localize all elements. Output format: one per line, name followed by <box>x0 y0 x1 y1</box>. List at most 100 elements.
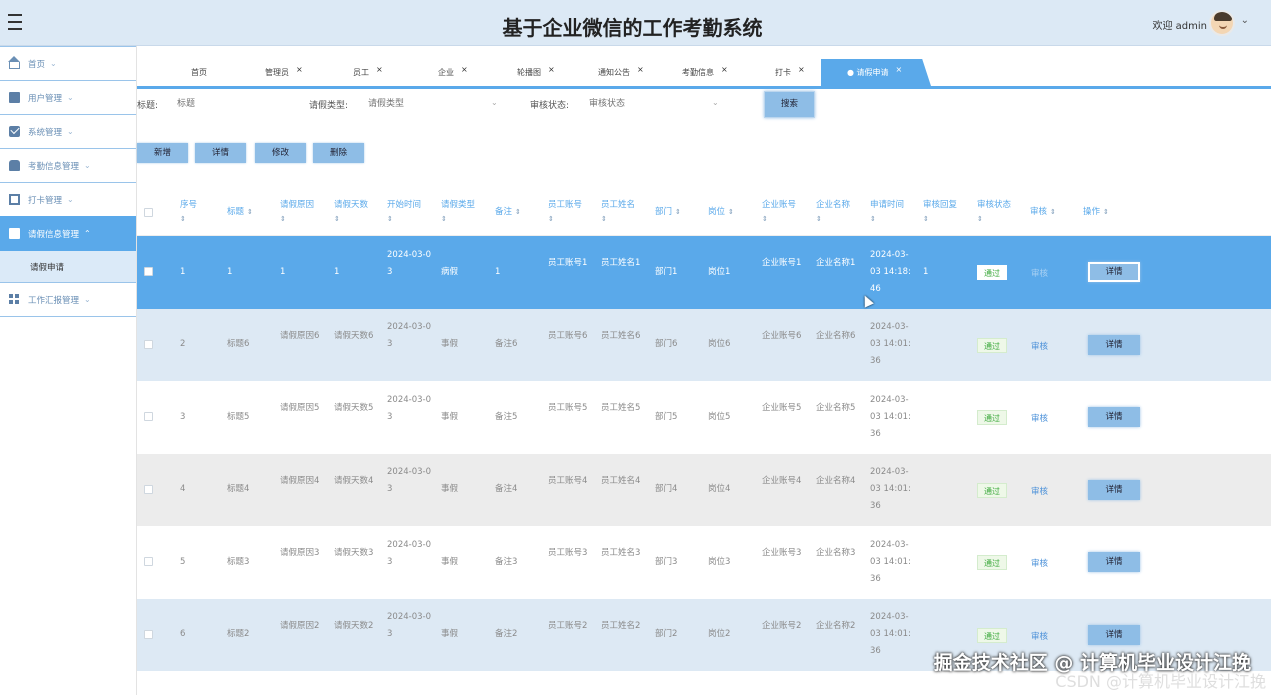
sort-icon[interactable]: ⇕ <box>870 212 904 226</box>
th-remark[interactable]: 备注 ⇕ <box>495 205 521 219</box>
audit-link[interactable]: 审核 <box>1031 412 1048 424</box>
row-checkbox[interactable] <box>144 484 153 494</box>
table-row[interactable]: 4 标题4 请假原因4 请假天数4 2024-03-03 事假 备注4 员工账号4 员工姓名4 部… <box>137 453 1271 526</box>
sort-icon[interactable]: ⇕ <box>977 212 1011 226</box>
sort-icon[interactable]: ⇕ <box>548 212 582 226</box>
sort-icon[interactable]: ⇕ <box>1103 208 1109 216</box>
sidebar-item-attendance[interactable]: 考勤信息管理 ⌄ <box>0 148 136 183</box>
row-detail-button[interactable]: 详情 <box>1088 552 1140 572</box>
tab-leave-request[interactable]: ● 请假申请 × <box>821 59 931 86</box>
chevron-down-icon[interactable]: ⌄ <box>1241 15 1249 26</box>
row-detail-button[interactable]: 详情 <box>1088 262 1140 282</box>
th-audit[interactable]: 审核 ⇕ <box>1030 205 1056 219</box>
th-type[interactable]: 请假类型 ⇕ <box>441 198 475 226</box>
tab-carousel[interactable]: 轮播图 × <box>517 59 555 86</box>
th-no[interactable]: 序号 ⇕ <box>180 198 197 226</box>
th-status[interactable]: 审核状态 ⇕ <box>977 198 1011 226</box>
sort-icon[interactable]: ⇕ <box>515 208 521 216</box>
row-checkbox[interactable] <box>144 629 153 639</box>
tab-employee[interactable]: 员工 × <box>353 59 383 86</box>
row-detail-button[interactable]: 详情 <box>1088 334 1140 355</box>
status-select[interactable] <box>589 94 709 114</box>
tab-notice[interactable]: 通知公告 × <box>598 59 644 86</box>
audit-link[interactable]: 审核 <box>1031 340 1048 352</box>
sort-icon[interactable]: ⇕ <box>816 212 850 226</box>
table-row[interactable]: 2 标题6 请假原因6 请假天数6 2024-03-03 事假 备注6 员工账号6 员工姓名6 部… <box>137 308 1271 381</box>
sidebar-item-home[interactable]: 首页 ⌄ <box>0 46 136 81</box>
close-icon[interactable]: × <box>637 65 644 74</box>
close-icon[interactable]: × <box>461 65 468 74</box>
detail-button[interactable]: 详情 <box>195 143 246 163</box>
tab-clock-in[interactable]: 打卡 × <box>775 59 805 86</box>
close-icon[interactable]: × <box>548 65 555 74</box>
title-input[interactable] <box>177 94 287 114</box>
tab-enterprise[interactable]: 企业 × <box>438 59 468 86</box>
sort-icon[interactable]: ⇕ <box>334 212 368 226</box>
close-icon[interactable]: × <box>296 65 303 74</box>
row-checkbox[interactable] <box>144 339 153 349</box>
close-icon[interactable]: × <box>896 65 903 74</box>
sort-icon[interactable]: ⇕ <box>923 212 957 226</box>
sort-icon[interactable]: ⇕ <box>387 212 421 226</box>
th-time[interactable]: 申请时间 ⇕ <box>870 198 904 226</box>
row-detail-button[interactable]: 详情 <box>1088 624 1140 645</box>
chevron-down-icon[interactable]: ⌄ <box>491 98 498 107</box>
sidebar-item-user-management[interactable]: 用户管理 ⌄ <box>0 80 136 115</box>
row-detail-button[interactable]: 详情 <box>1088 407 1140 427</box>
th-reason[interactable]: 请假原因 ⇕ <box>280 198 314 226</box>
row-detail-button[interactable]: 详情 <box>1088 479 1140 500</box>
delete-button[interactable]: 删除 <box>313 143 364 163</box>
sort-icon[interactable]: ⇕ <box>601 212 635 226</box>
add-button[interactable]: 新增 <box>137 143 188 163</box>
th-reply[interactable]: 审核回复 ⇕ <box>923 198 957 226</box>
sidebar-item-system-management[interactable]: 系统管理 ⌄ <box>0 114 136 149</box>
sidebar-item-leave-management[interactable]: 请假信息管理 ⌃ <box>0 216 136 251</box>
audit-link[interactable]: 审核 <box>1031 485 1048 497</box>
leave-type-select[interactable] <box>368 94 488 114</box>
th-title[interactable]: 标题 ⇕ <box>227 205 253 219</box>
th-op[interactable]: 操作 ⇕ <box>1083 205 1109 219</box>
tab-attendance-info[interactable]: 考勤信息 × <box>682 59 728 86</box>
th-post[interactable]: 岗位 ⇕ <box>708 205 734 219</box>
sort-icon[interactable]: ⇕ <box>675 208 681 216</box>
close-icon[interactable]: × <box>798 65 805 74</box>
row-checkbox[interactable] <box>144 412 153 421</box>
audit-link[interactable]: 审核 <box>1031 630 1048 642</box>
table-row[interactable]: 5 标题3 请假原因3 请假天数3 2024-03-03 事假 备注3 员工账号3 员工姓名3 部… <box>137 526 1271 599</box>
audit-link[interactable]: 审核 <box>1031 267 1048 279</box>
sort-icon[interactable]: ⇕ <box>247 208 253 216</box>
th-corpname[interactable]: 企业名称 ⇕ <box>816 198 850 226</box>
sort-icon[interactable]: ⇕ <box>1050 208 1056 216</box>
table-row[interactable]: 3 标题5 请假原因5 请假天数5 2024-03-03 事假 备注5 员工账号5 员工姓名5 部… <box>137 381 1271 454</box>
row-checkbox[interactable] <box>144 267 153 276</box>
search-button[interactable]: 搜索 <box>764 91 815 118</box>
close-icon[interactable]: × <box>721 65 728 74</box>
edit-button[interactable]: 修改 <box>255 143 306 163</box>
cell-corp: 企业账号4 <box>762 475 802 486</box>
sort-icon[interactable]: ⇕ <box>280 212 314 226</box>
sort-icon[interactable]: ⇕ <box>180 212 197 226</box>
th-start[interactable]: 开始时间 ⇕ <box>387 198 421 226</box>
avatar[interactable] <box>1209 10 1235 36</box>
header-label: 备注 <box>495 207 513 217</box>
sort-icon[interactable]: ⇕ <box>441 212 475 226</box>
select-all-checkbox[interactable] <box>144 208 153 217</box>
sidebar-subitem-leave-request[interactable]: 请假申请 <box>0 251 136 283</box>
chevron-down-icon[interactable]: ⌄ <box>712 98 719 107</box>
sort-icon[interactable]: ⇕ <box>728 208 734 216</box>
row-checkbox[interactable] <box>144 557 153 566</box>
th-days[interactable]: 请假天数 ⇕ <box>334 198 368 226</box>
sidebar-item-clock-in[interactable]: 打卡管理 ⌄ <box>0 182 136 217</box>
th-acct[interactable]: 员工账号 ⇕ <box>548 198 582 226</box>
sidebar-item-work-report[interactable]: 工作汇报管理 ⌄ <box>0 282 136 317</box>
th-dept[interactable]: 部门 ⇕ <box>655 205 681 219</box>
tab-admin[interactable]: 管理员 × <box>265 59 303 86</box>
th-name[interactable]: 员工姓名 ⇕ <box>601 198 635 226</box>
table-row[interactable]: 1 1 1 1 2024-03-03 病假 1 员工账号1 员工姓名1 部门1 岗位1 企业账号1 企业… <box>137 236 1271 309</box>
audit-link[interactable]: 审核 <box>1031 557 1048 569</box>
tab-home[interactable]: 首页 <box>191 59 207 86</box>
table-header: 序号 ⇕ 标题 ⇕ 请假原因 ⇕ 请假天数 ⇕ 开始时间 ⇕ 请假类型 ⇕ 备注 ⇕ 员工账号… <box>137 189 1271 236</box>
sort-icon[interactable]: ⇕ <box>762 212 796 226</box>
th-corp[interactable]: 企业账号 ⇕ <box>762 198 796 226</box>
close-icon[interactable]: × <box>376 65 383 74</box>
